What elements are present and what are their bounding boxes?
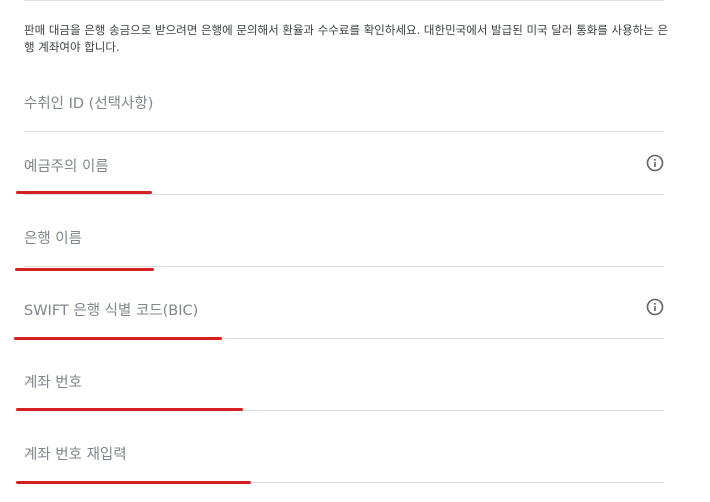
annotation-underline bbox=[16, 481, 251, 484]
divider bbox=[24, 0, 664, 1]
bank-name-field[interactable]: 은행 이름 bbox=[24, 217, 664, 267]
account-holder-name-field[interactable]: 예금주의 이름 bbox=[24, 145, 664, 195]
info-icon[interactable] bbox=[646, 298, 664, 316]
account-number-confirm-field[interactable]: 계좌 번호 재입력 bbox=[24, 433, 664, 483]
annotation-underline bbox=[14, 337, 222, 340]
annotation-underline bbox=[15, 268, 154, 271]
account-number-placeholder: 계좌 번호 bbox=[24, 375, 82, 391]
account-holder-name-placeholder: 예금주의 이름 bbox=[24, 159, 109, 175]
beneficiary-id-field[interactable]: 수취인 ID (선택사항) bbox=[24, 82, 664, 132]
beneficiary-id-placeholder: 수취인 ID (선택사항) bbox=[24, 96, 154, 112]
info-icon[interactable] bbox=[646, 154, 664, 172]
bank-name-placeholder: 은행 이름 bbox=[24, 231, 82, 247]
annotation-underline bbox=[16, 191, 152, 194]
annotation-underline bbox=[16, 408, 243, 411]
field-underline bbox=[24, 266, 664, 267]
field-underline bbox=[24, 131, 664, 132]
field-underline bbox=[24, 194, 664, 195]
account-number-field[interactable]: 계좌 번호 bbox=[24, 361, 664, 411]
bank-transfer-form: 판매 대금을 은행 송금으로 받으려면 은행에 문의해서 환율과 수수료를 확인… bbox=[0, 0, 710, 502]
swift-code-placeholder: SWIFT 은행 식별 코드(BIC) bbox=[24, 303, 199, 319]
swift-code-field[interactable]: SWIFT 은행 식별 코드(BIC) bbox=[24, 289, 664, 339]
account-number-confirm-placeholder: 계좌 번호 재입력 bbox=[24, 447, 127, 463]
bank-notice-text: 판매 대금을 은행 송금으로 받으려면 은행에 문의해서 환율과 수수료를 확인… bbox=[24, 23, 669, 54]
